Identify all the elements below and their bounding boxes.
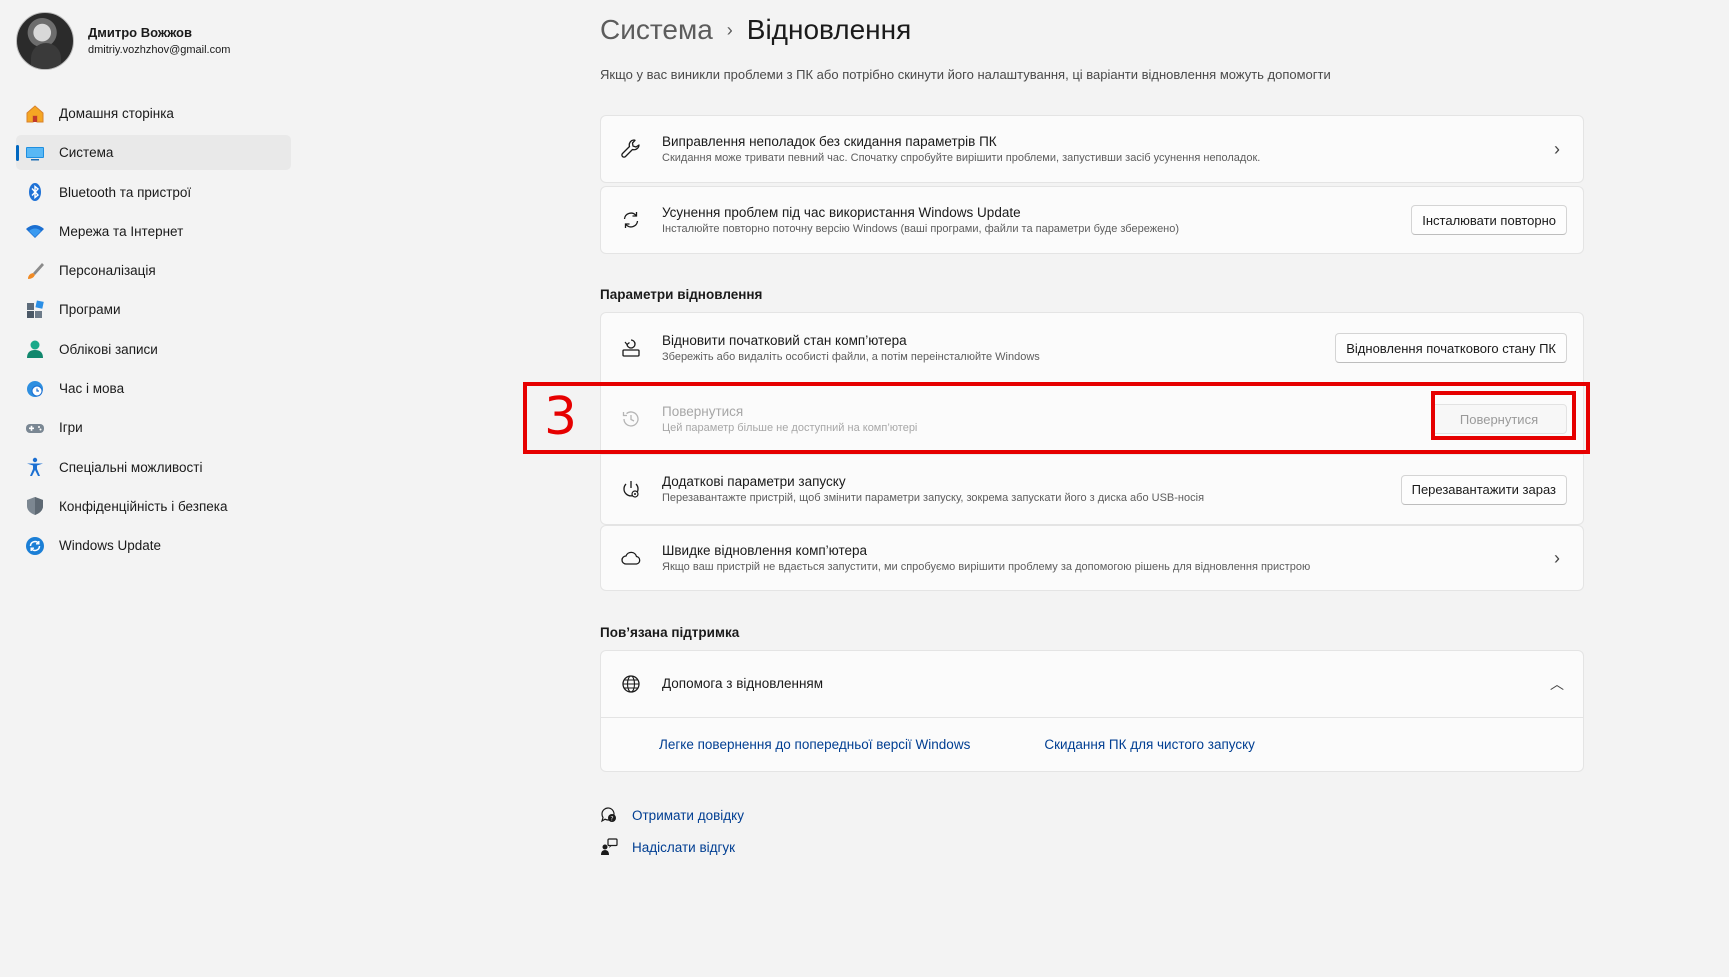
windows-update-icon (25, 536, 45, 556)
home-icon (25, 104, 45, 124)
gamepad-icon (25, 418, 45, 438)
breadcrumb-parent[interactable]: Система (600, 14, 713, 46)
get-help-text[interactable]: Отримати довідку (632, 808, 744, 823)
annotation-highlight-button (1431, 391, 1576, 440)
sidebar-item-label: Програми (59, 302, 121, 318)
help-link-reset-pc[interactable]: Скидання ПК для чистого запуску (1044, 737, 1255, 752)
sidebar-item-label: Мережа та Інтернет (59, 223, 184, 239)
reset-pc-icon (619, 336, 643, 360)
advanced-startup-icon (619, 478, 643, 502)
sidebar-item-label: Персоналізація (59, 263, 156, 279)
sidebar-item-apps[interactable]: Програми (16, 292, 291, 327)
sidebar-item-label: Windows Update (59, 538, 162, 554)
reset-pc-row: Відновити початковий стан комп’ютера Збе… (601, 313, 1583, 383)
refresh-icon (619, 208, 643, 232)
accessibility-icon (25, 457, 45, 477)
sidebar: Дмитро Вожжов dmitriy.vozhzhov@gmail.com… (0, 0, 300, 977)
sidebar-item-gaming[interactable]: Ігри (16, 410, 291, 445)
annotation-highlight-row (523, 382, 1590, 454)
apps-icon (25, 300, 45, 320)
windows-update-fix-desc: Інсталюйте повторно поточну версію Windo… (662, 222, 1180, 235)
quick-recovery-title: Швидке відновлення комп’ютера (662, 542, 868, 558)
sidebar-item-privacy[interactable]: Конфіденційність і безпека (16, 489, 291, 524)
bluetooth-icon (25, 182, 45, 202)
sidebar-item-accounts[interactable]: Облікові записи (16, 332, 291, 367)
system-icon (25, 143, 45, 163)
sidebar-item-label: Bluetooth та пристрої (59, 184, 192, 200)
breadcrumb-separator: › (726, 19, 733, 40)
advanced-startup-row: Додаткові параметри запуску Перезавантаж… (601, 454, 1583, 524)
reset-pc-button[interactable]: Відновлення початкового стану ПК (1335, 333, 1567, 363)
sidebar-item-label: Час і мова (59, 381, 125, 397)
svg-text:?: ? (610, 815, 613, 822)
recovery-options-heading: Параметри відновлення (600, 287, 763, 302)
page-subtitle: Якщо у вас виникли проблеми з ПК або пот… (600, 67, 1331, 82)
sidebar-item-label: Ігри (59, 420, 83, 436)
help-chat-icon: ? (600, 806, 618, 824)
reset-pc-title: Відновити початковий стан комп’ютера (662, 332, 907, 348)
reinstall-button[interactable]: Інсталювати повторно (1411, 205, 1567, 235)
brush-icon (25, 261, 45, 281)
related-support-heading: Пов’язана підтримка (600, 625, 740, 640)
windows-update-fix-card: Усунення проблем під час використання Wi… (600, 186, 1584, 254)
profile-name: Дмитро Вожжов (88, 25, 192, 40)
quick-recovery-card[interactable]: Швидке відновлення комп’ютера Якщо ваш п… (600, 525, 1584, 591)
get-help-link[interactable]: ? Отримати довідку (600, 806, 744, 824)
chevron-up-icon[interactable]: ︿ (1547, 674, 1567, 694)
quick-recovery-desc: Якщо ваш пристрій не вдається запустити,… (662, 560, 1311, 573)
sidebar-item-network[interactable]: Мережа та Інтернет (16, 214, 291, 249)
help-link-previous-windows[interactable]: Легке повернення до попередньої версії W… (659, 737, 970, 752)
troubleshoot-card[interactable]: Виправлення неполадок без скидання парам… (600, 115, 1584, 183)
breadcrumb: Система › Відновлення (600, 14, 911, 46)
cloud-icon (619, 546, 643, 570)
sidebar-item-accessibility[interactable]: Спеціальні можливості (16, 450, 291, 485)
troubleshoot-desc: Скидання може тривати певний час. Спочат… (662, 151, 1261, 164)
user-profile[interactable]: Дмитро Вожжов dmitriy.vozhzhov@gmail.com (16, 12, 230, 70)
sidebar-item-label: Облікові записи (59, 341, 158, 357)
help-links: Легке повернення до попередньої версії W… (601, 717, 1583, 771)
advanced-startup-desc: Перезавантажте пристрій, щоб змінити пар… (662, 492, 1205, 504)
related-support-card: Допомога з відновленням ︿ Легке повернен… (600, 650, 1584, 772)
chevron-right-icon: › (1554, 138, 1560, 159)
advanced-startup-title: Додаткові параметри запуску (662, 474, 846, 489)
restart-now-button[interactable]: Перезавантажити зараз (1400, 474, 1567, 505)
sidebar-item-windows-update[interactable]: Windows Update (16, 528, 291, 563)
sidebar-item-time-language[interactable]: Час і мова (16, 371, 291, 406)
chevron-right-icon: › (1554, 547, 1560, 568)
help-recovery-title: Допомога з відновленням (662, 676, 823, 691)
sidebar-item-system[interactable]: Система (16, 135, 291, 171)
feedback-text[interactable]: Надіслати відгук (632, 840, 735, 855)
feedback-icon (600, 838, 618, 856)
avatar (16, 12, 74, 70)
reset-pc-desc: Збережіть або видаліть особисті файли, а… (662, 350, 1040, 363)
page-title: Відновлення (746, 14, 912, 45)
sidebar-item-bluetooth[interactable]: Bluetooth та пристрої (16, 175, 291, 210)
accounts-icon (25, 339, 45, 359)
globe-icon (619, 672, 643, 696)
sidebar-item-label: Система (59, 145, 114, 161)
help-recovery-header[interactable]: Допомога з відновленням ︿ (601, 651, 1583, 717)
shield-icon (25, 496, 45, 516)
troubleshoot-title: Виправлення неполадок без скидання парам… (662, 133, 997, 149)
profile-email: dmitriy.vozhzhov@gmail.com (88, 44, 231, 56)
wifi-icon (25, 221, 45, 241)
sidebar-item-home[interactable]: Домашня сторінка (16, 96, 291, 131)
feedback-link[interactable]: Надіслати відгук (600, 838, 735, 856)
sidebar-item-label: Конфіденційність і безпека (59, 498, 228, 514)
time-language-icon (25, 379, 45, 399)
sidebar-nav: Домашня сторінка Система Bluetooth та пр… (16, 96, 291, 568)
wrench-icon (619, 137, 643, 161)
sidebar-item-label: Домашня сторінка (59, 106, 174, 121)
sidebar-item-personalization[interactable]: Персоналізація (16, 253, 291, 288)
windows-update-fix-title: Усунення проблем під час використання Wi… (662, 204, 1021, 220)
sidebar-item-label: Спеціальні можливості (59, 459, 203, 475)
annotation-step-number: 3 (544, 387, 578, 447)
